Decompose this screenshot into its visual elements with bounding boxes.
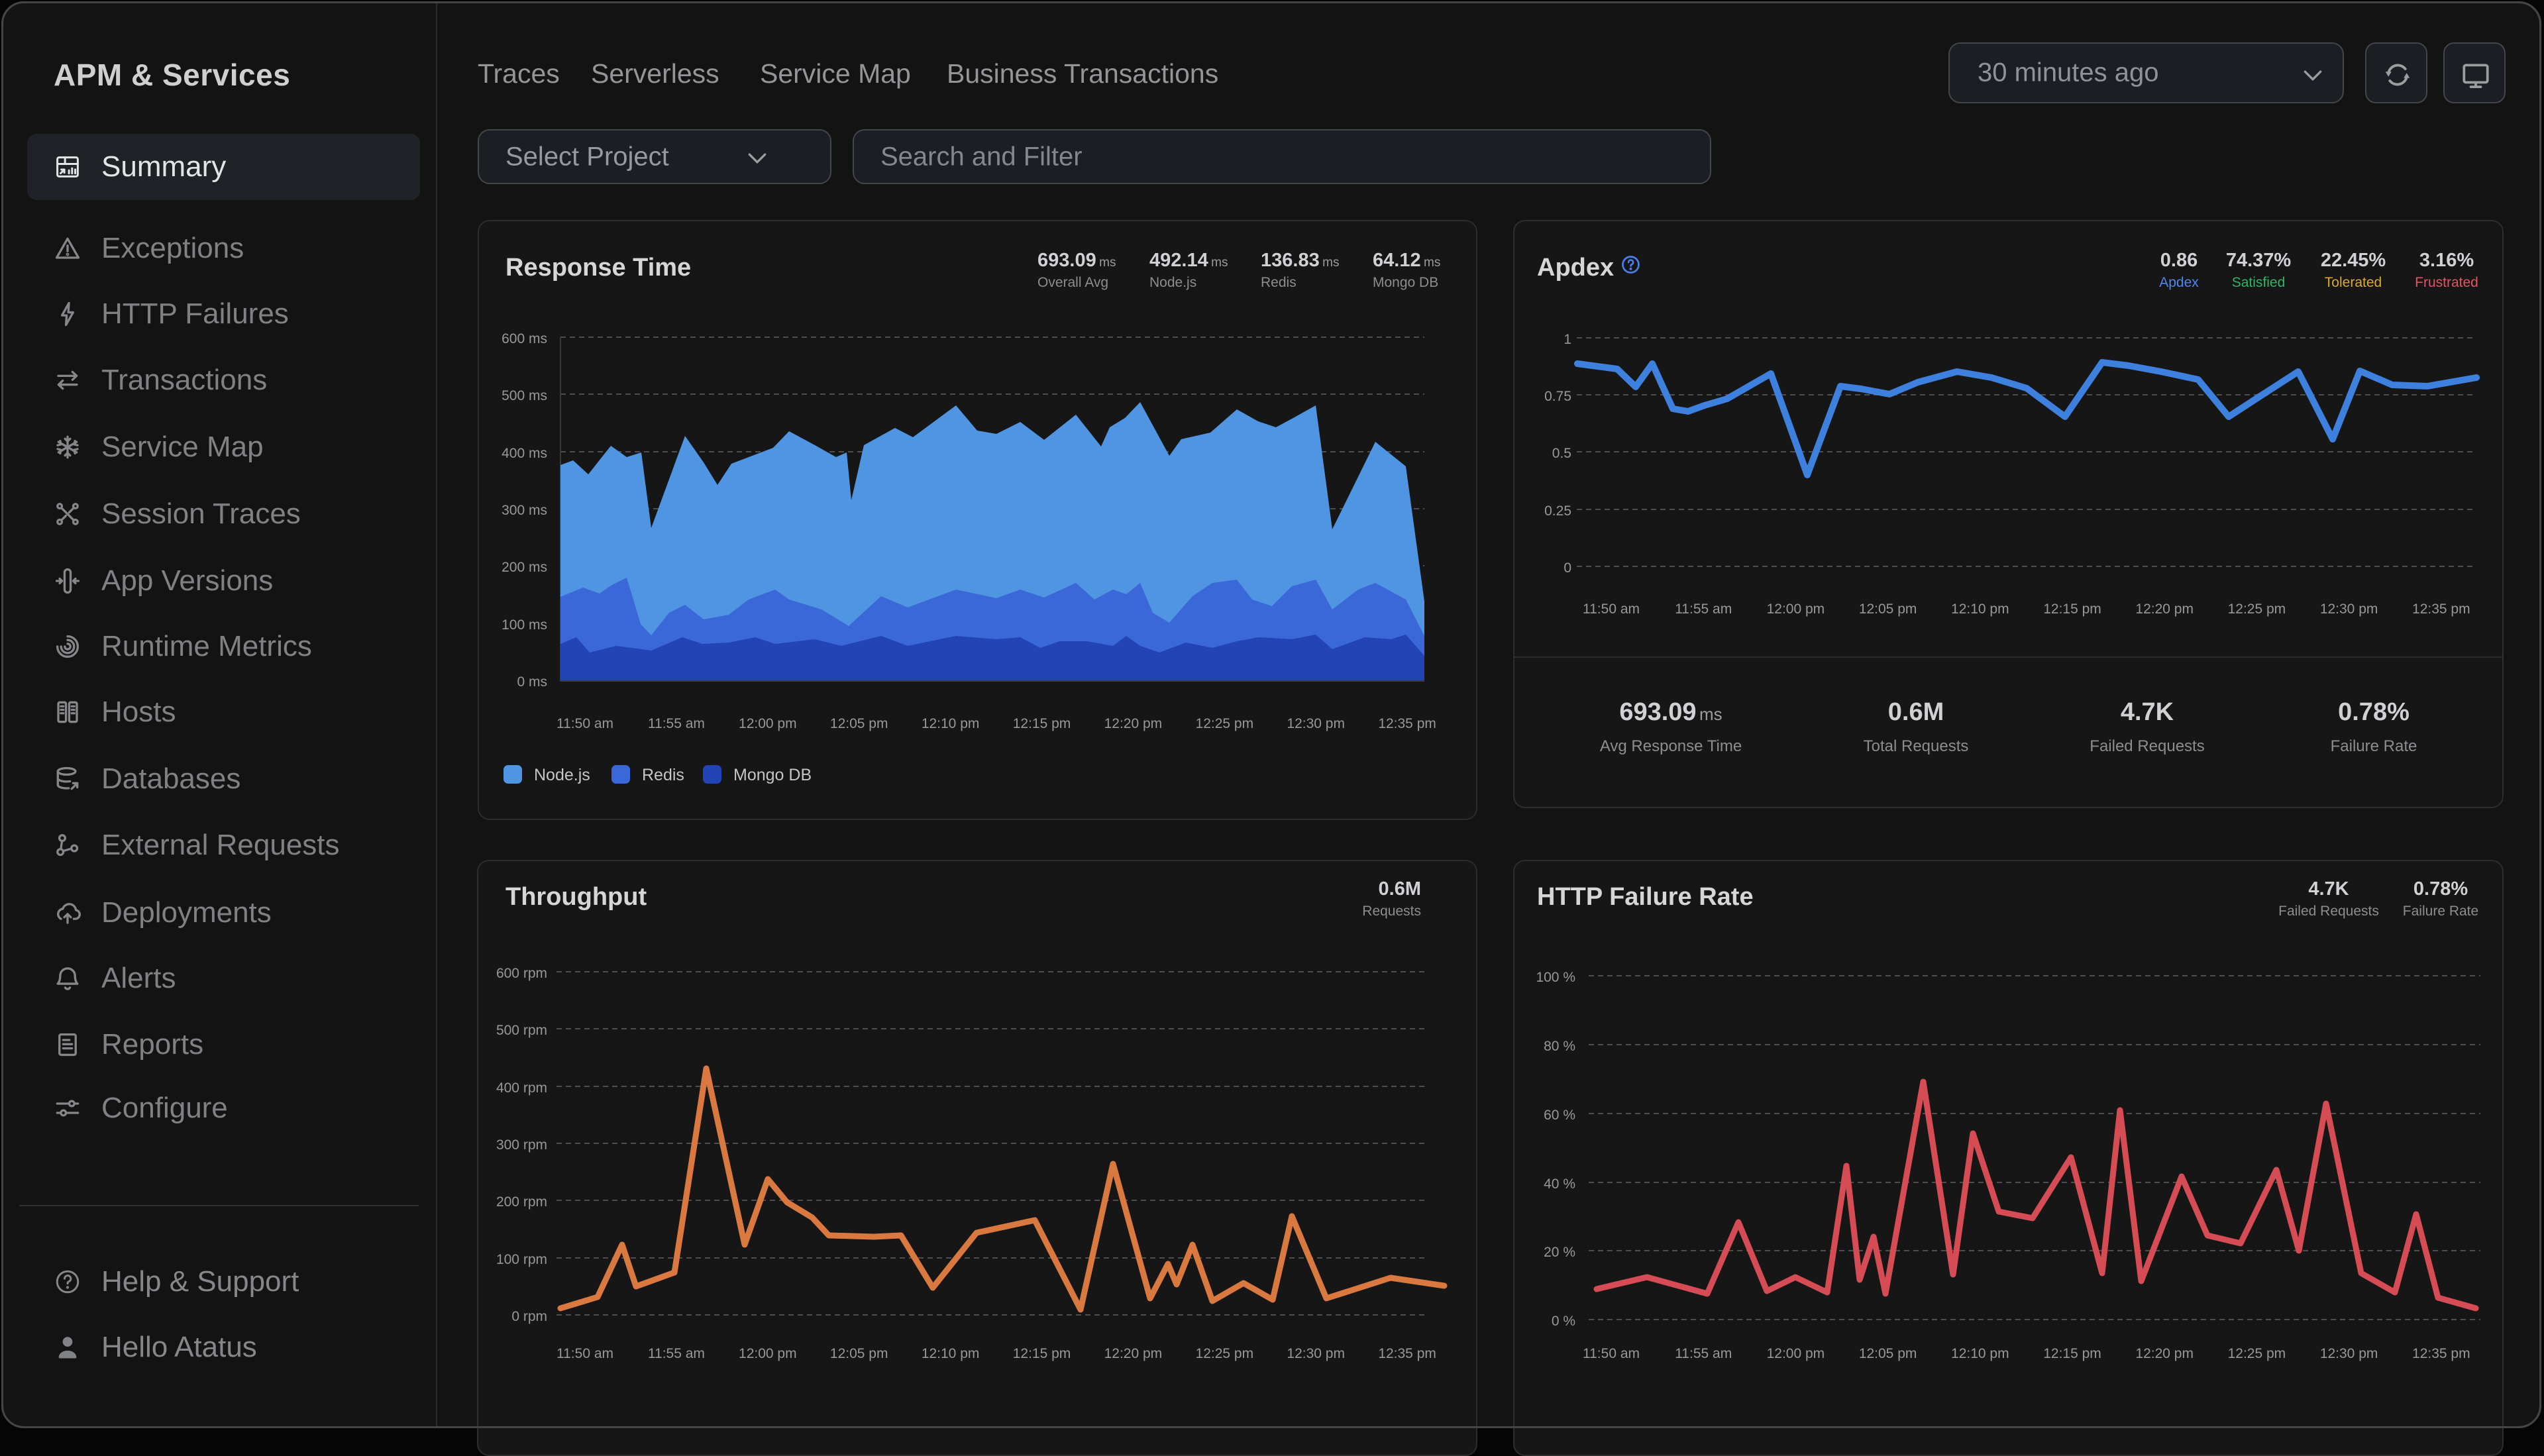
svg-text:0.25: 0.25 (1544, 503, 1571, 519)
svg-text:11:50 am: 11:50 am (556, 716, 613, 731)
svg-text:12:30 pm: 12:30 pm (2320, 1346, 2378, 1361)
svg-text:400 ms: 400 ms (502, 446, 547, 461)
svg-text:12:05 pm: 12:05 pm (1859, 1346, 1917, 1361)
svg-text:12:20 pm: 12:20 pm (2135, 1346, 2194, 1361)
svg-text:11:55 am: 11:55 am (648, 1346, 705, 1361)
svg-text:12:25 pm: 12:25 pm (2228, 601, 2286, 617)
svg-text:0 ms: 0 ms (517, 674, 547, 690)
svg-text:0.75: 0.75 (1544, 389, 1571, 404)
svg-text:11:50 am: 11:50 am (556, 1346, 613, 1361)
svg-text:12:25 pm: 12:25 pm (1196, 716, 1254, 731)
svg-text:11:50 am: 11:50 am (1583, 1346, 1640, 1361)
svg-text:12:35 pm: 12:35 pm (1378, 716, 1436, 731)
svg-text:12:05 pm: 12:05 pm (830, 1346, 888, 1361)
svg-text:12:05 pm: 12:05 pm (830, 716, 888, 731)
svg-text:0.5: 0.5 (1552, 446, 1571, 461)
svg-text:12:05 pm: 12:05 pm (1859, 601, 1917, 617)
svg-text:12:00 pm: 12:00 pm (739, 1346, 797, 1361)
svg-text:80 %: 80 % (1544, 1039, 1575, 1054)
svg-text:0: 0 (1564, 560, 1571, 576)
svg-text:200 rpm: 200 rpm (496, 1194, 547, 1210)
svg-text:12:10 pm: 12:10 pm (1951, 601, 2009, 617)
svg-text:12:00 pm: 12:00 pm (739, 716, 797, 731)
svg-text:400 rpm: 400 rpm (496, 1080, 547, 1096)
svg-text:12:15 pm: 12:15 pm (1013, 1346, 1071, 1361)
svg-text:12:20 pm: 12:20 pm (1104, 716, 1163, 731)
svg-text:500 rpm: 500 rpm (496, 1023, 547, 1038)
svg-text:12:00 pm: 12:00 pm (1767, 601, 1825, 617)
svg-text:600 ms: 600 ms (502, 331, 547, 346)
svg-text:12:30 pm: 12:30 pm (1287, 1346, 1345, 1361)
svg-text:40 %: 40 % (1544, 1176, 1575, 1192)
svg-text:12:25 pm: 12:25 pm (2228, 1346, 2286, 1361)
svg-text:200 ms: 200 ms (502, 560, 547, 575)
svg-text:12:10 pm: 12:10 pm (1951, 1346, 2009, 1361)
svg-text:12:10 pm: 12:10 pm (922, 1346, 980, 1361)
svg-text:11:55 am: 11:55 am (1675, 1346, 1732, 1361)
svg-text:11:50 am: 11:50 am (1583, 601, 1640, 617)
svg-text:600 rpm: 600 rpm (496, 966, 547, 981)
svg-text:12:35 pm: 12:35 pm (2412, 601, 2470, 617)
svg-text:1: 1 (1564, 332, 1571, 347)
svg-text:100 ms: 100 ms (502, 617, 547, 633)
svg-text:300 rpm: 300 rpm (496, 1137, 547, 1153)
svg-text:0 rpm: 0 rpm (511, 1309, 547, 1324)
svg-text:12:15 pm: 12:15 pm (2043, 1346, 2101, 1361)
svg-text:12:30 pm: 12:30 pm (2320, 601, 2378, 617)
svg-text:500 ms: 500 ms (502, 388, 547, 403)
svg-text:12:10 pm: 12:10 pm (922, 716, 980, 731)
svg-text:11:55 am: 11:55 am (1675, 601, 1732, 617)
svg-text:20 %: 20 % (1544, 1245, 1575, 1260)
svg-text:12:30 pm: 12:30 pm (1287, 716, 1345, 731)
svg-text:12:35 pm: 12:35 pm (2412, 1346, 2470, 1361)
svg-text:12:15 pm: 12:15 pm (1013, 716, 1071, 731)
svg-text:11:55 am: 11:55 am (648, 716, 705, 731)
svg-text:0 %: 0 % (1552, 1314, 1575, 1329)
svg-text:300 ms: 300 ms (502, 503, 547, 518)
svg-text:12:25 pm: 12:25 pm (1196, 1346, 1254, 1361)
svg-text:100 %: 100 % (1536, 970, 1575, 985)
svg-text:12:35 pm: 12:35 pm (1378, 1346, 1436, 1361)
svg-text:12:20 pm: 12:20 pm (2135, 601, 2194, 617)
svg-text:12:15 pm: 12:15 pm (2043, 601, 2101, 617)
svg-text:12:00 pm: 12:00 pm (1767, 1346, 1825, 1361)
svg-text:12:20 pm: 12:20 pm (1104, 1346, 1163, 1361)
svg-text:100 rpm: 100 rpm (496, 1252, 547, 1267)
svg-text:60 %: 60 % (1544, 1108, 1575, 1123)
